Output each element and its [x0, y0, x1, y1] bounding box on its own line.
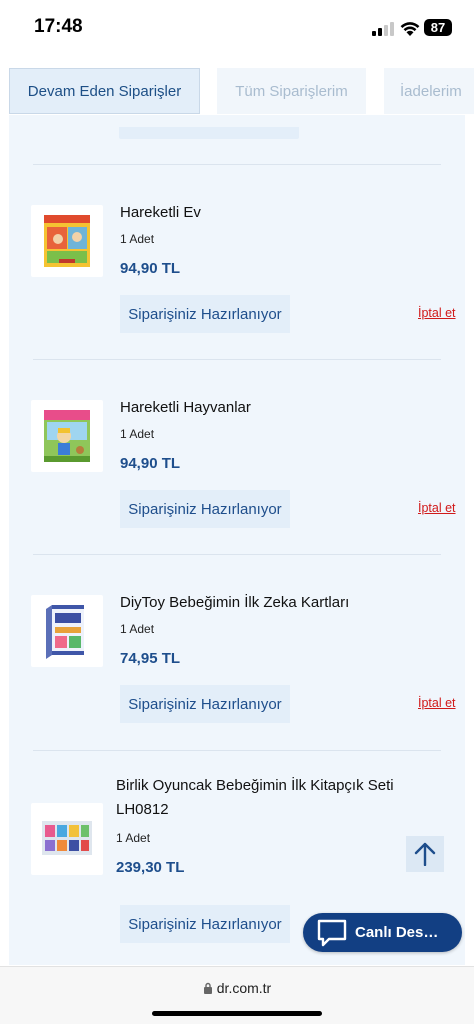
previous-status-button-edge — [119, 127, 299, 139]
product-name-line: LH0812 — [116, 801, 169, 818]
battery-icon: 87 — [424, 19, 452, 36]
url-text: dr.com.tr — [216, 980, 272, 996]
product-thumbnail[interactable] — [31, 803, 103, 875]
order-item: Hareketli Ev 1 Adet 94,90 TL Siparişiniz… — [9, 165, 465, 345]
cancel-order-link[interactable]: İptal et — [418, 696, 456, 710]
status-time: 17:48 — [34, 16, 83, 37]
book-cover-animals-icon — [44, 410, 90, 462]
status-bar: 17:48 87 — [0, 0, 474, 56]
card-box-icon — [46, 605, 84, 659]
product-thumbnail[interactable] — [31, 205, 103, 277]
product-thumbnail[interactable] — [31, 595, 103, 667]
product-quantity: 1 Adet — [120, 427, 155, 441]
tab-all-orders[interactable]: Tüm Siparişlerim — [217, 68, 366, 114]
order-status-button[interactable]: Siparişiniz Hazırlanıyor — [120, 685, 290, 723]
wifi-icon — [400, 22, 420, 36]
product-name[interactable]: Birlik Oyuncak Bebeğimin İlk Kitapçık Se… — [116, 774, 394, 822]
order-status-button[interactable]: Siparişiniz Hazırlanıyor — [120, 905, 290, 943]
tab-ongoing-orders[interactable]: Devam Eden Siparişler — [9, 68, 200, 114]
scroll-to-top-button[interactable] — [406, 836, 444, 872]
product-price: 239,30 TL — [116, 859, 185, 876]
product-price: 94,90 TL — [120, 260, 181, 277]
product-quantity: 1 Adet — [120, 232, 155, 246]
product-thumbnail[interactable] — [31, 400, 103, 472]
live-chat-label: Canlı Des… — [355, 924, 439, 941]
home-indicator — [152, 1011, 322, 1016]
product-name-line: Birlik Oyuncak Bebeğimin İlk Kitapçık Se… — [116, 777, 394, 794]
order-item: DiyToy Bebeğimin İlk Zeka Kartları 1 Ade… — [9, 555, 465, 735]
order-status-button[interactable]: Siparişiniz Hazırlanıyor — [120, 490, 290, 528]
chat-bubble-icon — [317, 919, 347, 946]
cancel-order-link[interactable]: İptal et — [418, 501, 456, 515]
book-cover-house-icon — [44, 215, 90, 267]
arrow-up-icon — [414, 842, 436, 866]
product-name[interactable]: Hareketli Ev — [120, 201, 201, 225]
lock-icon — [203, 982, 212, 994]
product-price: 94,90 TL — [120, 455, 181, 472]
browser-url-bar[interactable]: dr.com.tr — [0, 966, 474, 1024]
product-quantity: 1 Adet — [120, 622, 155, 636]
product-name[interactable]: Hareketli Hayvanlar — [120, 396, 251, 420]
cancel-order-link[interactable]: İptal et — [418, 306, 456, 320]
orders-panel: Hareketli Ev 1 Adet 94,90 TL Siparişiniz… — [9, 115, 465, 965]
product-price: 74,95 TL — [120, 650, 181, 667]
url-field[interactable]: dr.com.tr — [0, 980, 474, 996]
order-item: Hareketli Hayvanlar 1 Adet 94,90 TL Sipa… — [9, 360, 465, 540]
order-status-button[interactable]: Siparişiniz Hazırlanıyor — [120, 295, 290, 333]
cellular-signal-icon — [372, 22, 396, 36]
live-chat-button[interactable]: Canlı Des… — [303, 913, 462, 952]
product-name[interactable]: DiyToy Bebeğimin İlk Zeka Kartları — [120, 591, 349, 615]
order-tabs: Devam Eden Siparişler Tüm Siparişlerim İ… — [0, 68, 474, 114]
tab-returns[interactable]: İadelerim — [384, 68, 474, 114]
booklet-set-icon — [42, 821, 92, 855]
product-quantity: 1 Adet — [116, 831, 151, 845]
